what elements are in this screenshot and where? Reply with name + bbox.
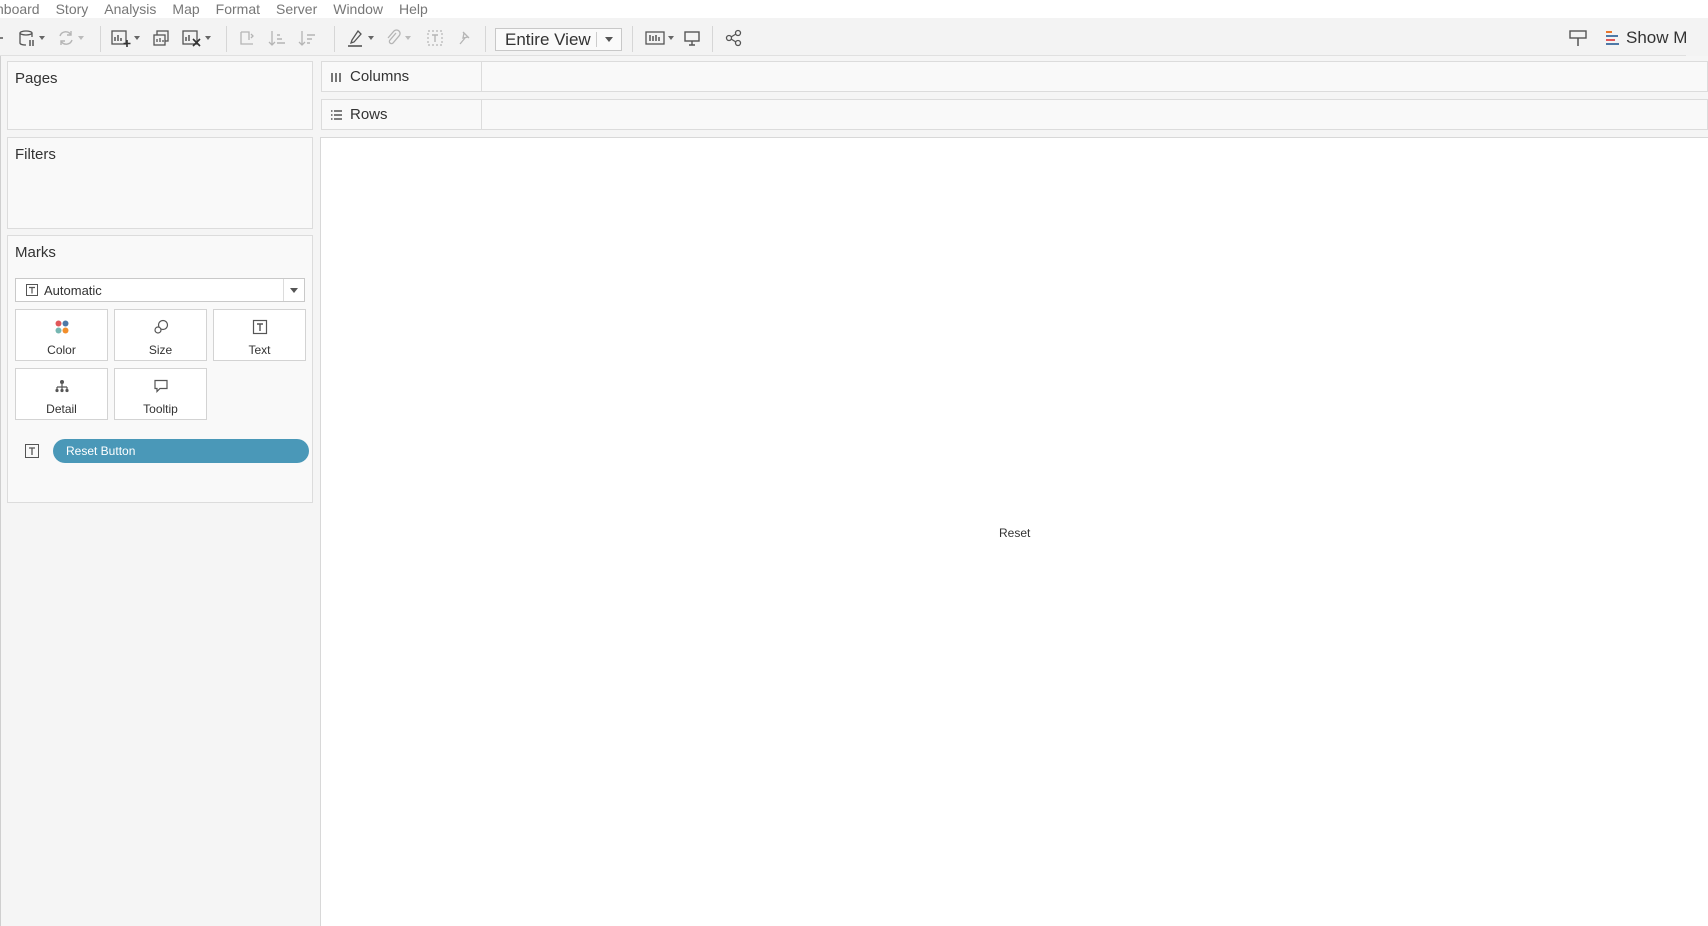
mark-type-value: Automatic bbox=[44, 282, 102, 298]
menu-bar: nboard Story Analysis Map Format Server … bbox=[0, 0, 1708, 18]
menu-help[interactable]: Help bbox=[399, 1, 428, 17]
view-canvas[interactable]: Reset bbox=[320, 137, 1708, 926]
tableau-window: nboard Story Analysis Map Format Server … bbox=[0, 0, 1708, 926]
show-me-label: Show M bbox=[1626, 28, 1688, 47]
columns-shelf-label: Columns bbox=[322, 62, 482, 91]
view-text-mark[interactable]: Reset bbox=[999, 526, 1030, 540]
fit-value: Entire View bbox=[505, 29, 591, 49]
columns-icon bbox=[331, 72, 341, 82]
add-datasource-icon[interactable] bbox=[0, 27, 6, 49]
size-icon bbox=[153, 319, 168, 334]
menu-window[interactable]: Window bbox=[333, 1, 383, 17]
chevron-down-icon bbox=[605, 37, 613, 42]
show-cards-icon[interactable] bbox=[645, 27, 674, 49]
swap-rows-columns-icon[interactable] bbox=[238, 27, 256, 49]
presentation-mode-icon[interactable] bbox=[683, 27, 701, 49]
mark-field-row: Reset Button bbox=[25, 439, 309, 463]
detail-icon bbox=[54, 380, 69, 393]
mark-type-dropdown[interactable]: Automatic bbox=[15, 278, 305, 302]
columns-label: Columns bbox=[350, 68, 410, 85]
detail-label: Detail bbox=[46, 402, 77, 416]
menu-format[interactable]: Format bbox=[216, 1, 260, 17]
tooltip-button[interactable]: Tooltip bbox=[114, 368, 207, 420]
highlight-icon[interactable] bbox=[347, 27, 374, 49]
toolbar: Entire View Show M bbox=[0, 18, 1708, 56]
fit-dropdown[interactable]: Entire View bbox=[495, 28, 622, 51]
tooltip-bubble-icon bbox=[153, 379, 168, 393]
sort-descending-icon[interactable] bbox=[298, 27, 316, 49]
sort-ascending-icon[interactable] bbox=[268, 27, 286, 49]
detail-button[interactable]: Detail bbox=[15, 368, 108, 420]
rows-shelf[interactable]: Rows bbox=[321, 99, 1708, 130]
text-mark-icon bbox=[26, 284, 38, 296]
menu-server[interactable]: Server bbox=[276, 1, 317, 17]
color-label: Color bbox=[47, 343, 76, 357]
marks-card: Marks Automatic Color Size Text Detail T… bbox=[7, 235, 313, 503]
pages-title: Pages bbox=[15, 70, 58, 87]
pause-updates-icon[interactable] bbox=[18, 27, 45, 49]
size-button[interactable]: Size bbox=[114, 309, 207, 361]
filters-title: Filters bbox=[15, 146, 56, 163]
new-worksheet-icon[interactable] bbox=[111, 27, 140, 49]
color-button[interactable]: Color bbox=[15, 309, 108, 361]
menu-story[interactable]: Story bbox=[56, 1, 89, 17]
menu-dashboard[interactable]: nboard bbox=[0, 1, 40, 17]
show-mark-labels-icon[interactable] bbox=[426, 27, 444, 49]
group-members-icon[interactable] bbox=[384, 27, 411, 49]
menu-analysis[interactable]: Analysis bbox=[104, 1, 156, 17]
color-icon bbox=[55, 320, 68, 334]
fix-axes-icon[interactable] bbox=[456, 27, 474, 49]
text-icon bbox=[252, 319, 267, 335]
show-me-icon bbox=[1606, 31, 1619, 45]
rows-shelf-label: Rows bbox=[322, 100, 482, 129]
pages-card[interactable]: Pages bbox=[7, 61, 313, 130]
tooltip-label: Tooltip bbox=[143, 402, 178, 416]
share-icon[interactable] bbox=[725, 27, 743, 49]
text-label: Text bbox=[248, 343, 271, 357]
refresh-icon[interactable] bbox=[57, 27, 84, 49]
rows-label: Rows bbox=[350, 106, 388, 123]
chevron-down-icon bbox=[290, 287, 298, 293]
rows-icon bbox=[331, 109, 342, 120]
menu-map[interactable]: Map bbox=[172, 1, 199, 17]
duplicate-sheet-icon[interactable] bbox=[152, 27, 170, 49]
size-label: Size bbox=[148, 343, 173, 357]
show-me-button[interactable]: Show M bbox=[1606, 27, 1687, 49]
text-button[interactable]: Text bbox=[213, 309, 306, 361]
text-encoding-icon[interactable] bbox=[25, 444, 39, 458]
marks-title: Marks bbox=[15, 244, 56, 261]
tooltip-icon[interactable] bbox=[1568, 27, 1588, 49]
filters-card[interactable]: Filters bbox=[7, 137, 313, 229]
columns-shelf[interactable]: Columns bbox=[321, 61, 1708, 92]
field-pill[interactable]: Reset Button bbox=[53, 439, 309, 463]
clear-sheet-icon[interactable] bbox=[182, 27, 211, 49]
